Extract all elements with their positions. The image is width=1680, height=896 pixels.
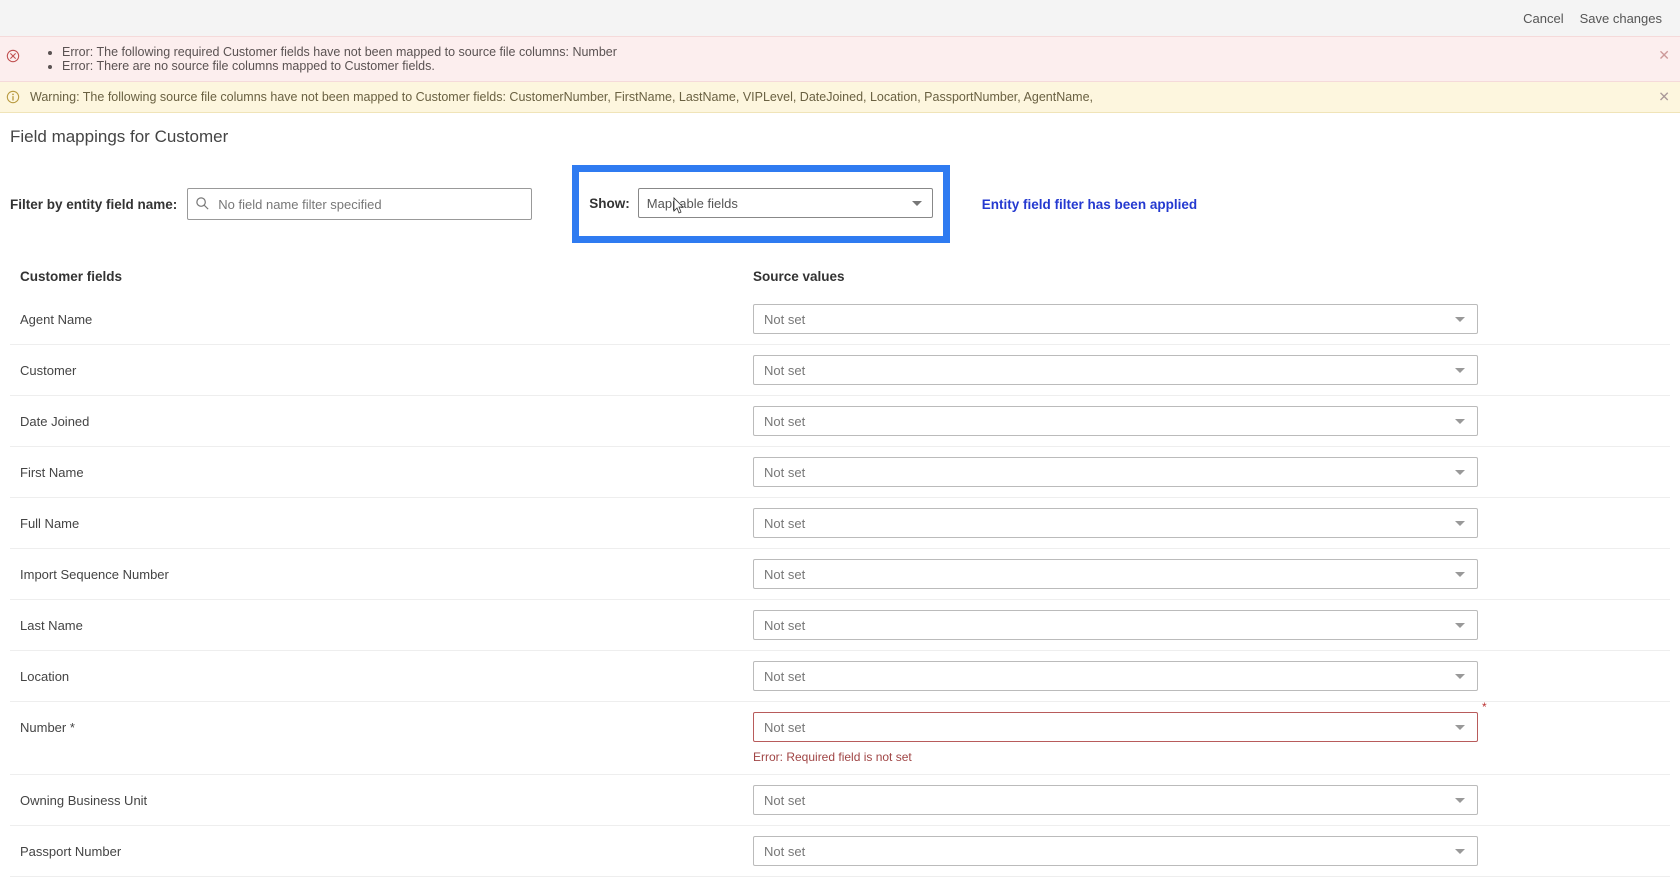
info-icon: [6, 90, 20, 104]
field-row: Agent NameNot set: [10, 294, 1670, 345]
field-label: Customer: [18, 355, 753, 378]
search-box: [187, 188, 532, 220]
field-value-column: Not set: [753, 355, 1662, 385]
field-label: Full Name: [18, 508, 753, 531]
field-row: Owning Business UnitNot set: [10, 775, 1670, 826]
field-value-column: Not set: [753, 559, 1662, 589]
field-row: Number *Not set*Error: Required field is…: [10, 702, 1670, 775]
field-value-column: Not set: [753, 508, 1662, 538]
field-row: Full NameNot set: [10, 498, 1670, 549]
source-value-dropdown[interactable]: Not set: [753, 712, 1478, 742]
field-label: Date Joined: [18, 406, 753, 429]
field-label: Location: [18, 661, 753, 684]
source-value-dropdown[interactable]: Not set: [753, 355, 1478, 385]
field-label: Last Name: [18, 610, 753, 633]
warning-text: Warning: The following source file colum…: [30, 90, 1093, 104]
field-row: Last NameNot set: [10, 600, 1670, 651]
error-icon: [6, 49, 20, 63]
source-value-dropdown[interactable]: Not set: [753, 559, 1478, 589]
source-value-dropdown[interactable]: Not set: [753, 508, 1478, 538]
cancel-button[interactable]: Cancel: [1523, 11, 1563, 26]
show-dropdown[interactable]: Mappable fields: [638, 188, 933, 218]
error-banner: Error: The following required Customer f…: [0, 36, 1680, 82]
source-value-dropdown[interactable]: Not set: [753, 661, 1478, 691]
field-value-column: Not set: [753, 785, 1662, 815]
source-value-dropdown[interactable]: Not set: [753, 785, 1478, 815]
show-dropdown-value: Mappable fields: [647, 196, 738, 211]
field-label: Passport Number: [18, 836, 753, 859]
source-value-dropdown[interactable]: Not set: [753, 457, 1478, 487]
required-mark: *: [1482, 700, 1487, 714]
error-list: Error: The following required Customer f…: [30, 45, 1650, 73]
source-values-header: Source values: [753, 269, 1662, 284]
search-icon: [195, 196, 210, 211]
show-label: Show:: [589, 196, 630, 211]
filter-label: Filter by entity field name:: [10, 197, 177, 212]
customer-fields-header: Customer fields: [18, 269, 753, 284]
close-icon[interactable]: ✕: [1658, 89, 1670, 106]
main-content: Field mappings for Customer Filter by en…: [0, 113, 1680, 887]
field-row: Date JoinedNot set: [10, 396, 1670, 447]
topbar: Cancel Save changes: [0, 0, 1680, 36]
field-value-column: Not set: [753, 836, 1662, 866]
field-label: Agent Name: [18, 304, 753, 327]
source-value-dropdown[interactable]: Not set: [753, 610, 1478, 640]
field-row: CustomerNot set: [10, 345, 1670, 396]
field-row: First NameNot set: [10, 447, 1670, 498]
field-value-column: Not set*Error: Required field is not set: [753, 712, 1662, 764]
filter-row: Filter by entity field name: Show: Mappa…: [10, 165, 1670, 243]
field-row: Passport NumberNot set: [10, 826, 1670, 877]
field-value-column: Not set: [753, 304, 1662, 334]
source-value-dropdown[interactable]: Not set: [753, 836, 1478, 866]
field-label: Number *: [18, 712, 753, 735]
field-label: Import Sequence Number: [18, 559, 753, 582]
field-label: First Name: [18, 457, 753, 480]
field-value-column: Not set: [753, 406, 1662, 436]
columns-header: Customer fields Source values: [10, 269, 1670, 284]
field-row: LocationNot set: [10, 651, 1670, 702]
field-value-column: Not set: [753, 610, 1662, 640]
field-row: Import Sequence NumberNot set: [10, 549, 1670, 600]
close-icon[interactable]: ✕: [1658, 47, 1670, 64]
filter-applied-text: Entity field filter has been applied: [982, 197, 1197, 212]
field-value-column: Not set: [753, 457, 1662, 487]
save-changes-button[interactable]: Save changes: [1580, 11, 1662, 26]
field-value-column: Not set: [753, 661, 1662, 691]
page-title: Field mappings for Customer: [10, 127, 1670, 147]
error-item: Error: The following required Customer f…: [62, 45, 1650, 59]
warning-banner: Warning: The following source file colum…: [0, 82, 1680, 113]
field-error-message: Error: Required field is not set: [753, 750, 1662, 764]
filter-input[interactable]: [187, 188, 532, 220]
error-item: Error: There are no source file columns …: [62, 59, 1650, 73]
field-label: Owning Business Unit: [18, 785, 753, 808]
source-value-dropdown[interactable]: Not set: [753, 304, 1478, 334]
source-value-dropdown[interactable]: Not set: [753, 406, 1478, 436]
show-dropdown-highlight: Show: Mappable fields: [572, 165, 950, 243]
field-rows: Agent NameNot setCustomerNot setDate Joi…: [10, 294, 1670, 877]
